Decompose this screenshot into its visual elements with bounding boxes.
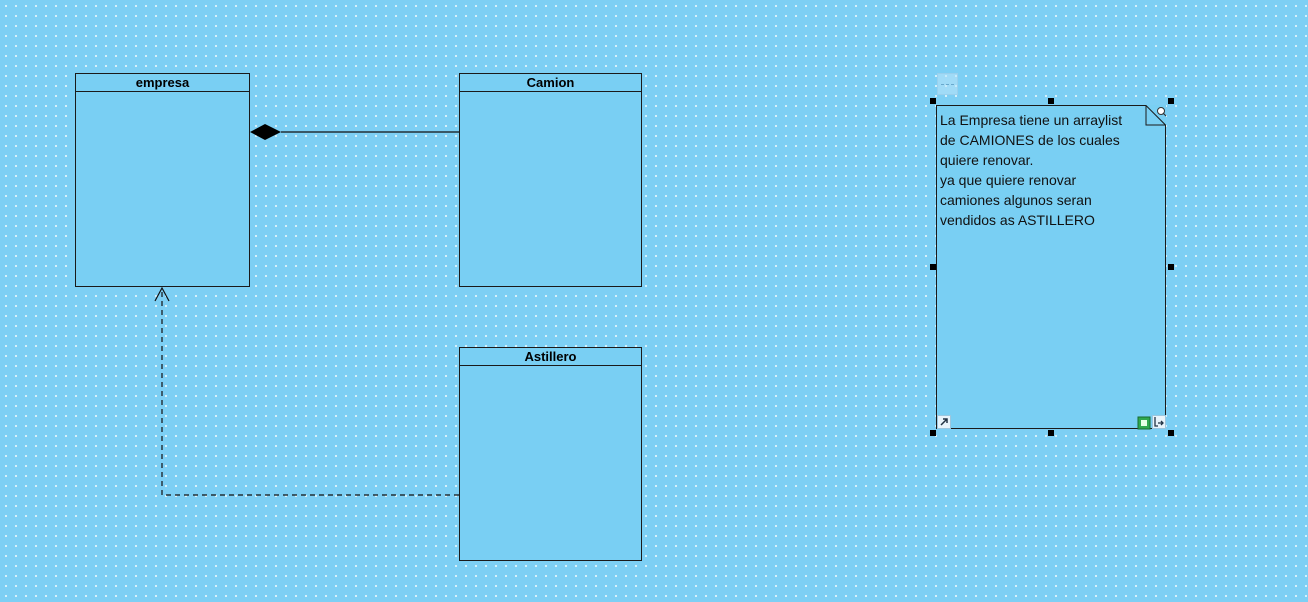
selection-handle-bottom-center[interactable] bbox=[1048, 430, 1054, 436]
selection-handle-bottom-left[interactable] bbox=[930, 430, 936, 436]
composition-connector[interactable] bbox=[250, 124, 459, 140]
class-name: Camion bbox=[460, 74, 641, 92]
class-empresa[interactable]: empresa bbox=[75, 73, 250, 287]
note-text[interactable]: La Empresa tiene un arraylist de CAMIONE… bbox=[940, 110, 1140, 230]
selection-handle-top-left[interactable] bbox=[930, 98, 936, 104]
dependency-arrowhead bbox=[154, 286, 170, 302]
note-element[interactable]: La Empresa tiene un arraylist de CAMIONE… bbox=[936, 105, 1166, 430]
dependency-connector[interactable] bbox=[154, 286, 459, 496]
resource-catalog-icon[interactable] bbox=[1137, 416, 1151, 430]
class-astillero[interactable]: Astillero bbox=[459, 347, 642, 561]
composition-diamond bbox=[250, 124, 281, 140]
selection-handle-top-center[interactable] bbox=[1048, 98, 1054, 104]
auto-fit-icon[interactable] bbox=[1152, 415, 1166, 429]
selection-handle-bottom-right[interactable] bbox=[1168, 430, 1174, 436]
class-camion[interactable]: Camion bbox=[459, 73, 642, 287]
selection-handle-middle-left[interactable] bbox=[930, 264, 936, 270]
resize-corner-icon[interactable] bbox=[1155, 104, 1167, 117]
class-name: Astillero bbox=[460, 348, 641, 366]
selection-handle-middle-right[interactable] bbox=[1168, 264, 1174, 270]
stereotype-tab-icon[interactable] bbox=[937, 73, 958, 95]
arrow-link-icon[interactable] bbox=[937, 415, 951, 429]
diagram-canvas[interactable]: empresa Camion Astillero La Empresa tien… bbox=[0, 0, 1308, 602]
selection-handle-top-right[interactable] bbox=[1168, 98, 1174, 104]
class-name: empresa bbox=[76, 74, 249, 92]
